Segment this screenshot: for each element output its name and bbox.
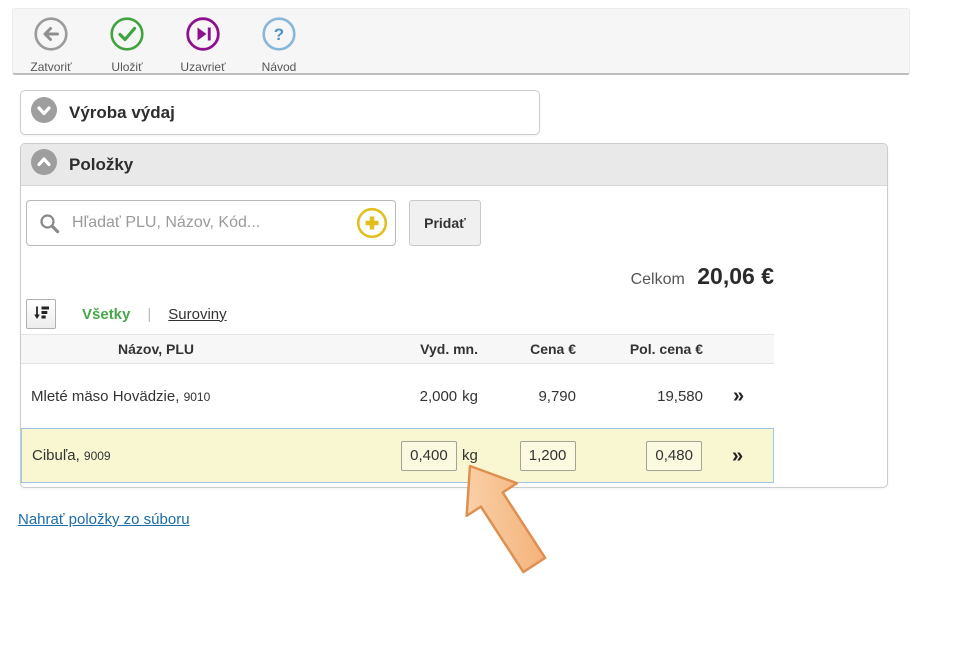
row-expand-chevron[interactable]: »	[732, 445, 743, 467]
finalize-label: Uzavrieť	[180, 60, 225, 74]
add-plus-button[interactable]	[356, 207, 388, 239]
items-table: Názov, PLU Vyd. mn. Cena € Pol. cena € M…	[21, 334, 774, 483]
header-name: Názov, PLU	[21, 341, 351, 357]
help-label: Návod	[262, 60, 297, 74]
item-name: Mleté mäso Hovädzie, 9010	[21, 388, 351, 405]
search-icon	[39, 213, 60, 234]
svg-text:?: ?	[274, 25, 284, 44]
table-header-row: Názov, PLU Vyd. mn. Cena € Pol. cena €	[21, 334, 774, 364]
sort-button[interactable]	[26, 299, 56, 329]
filter-divider: |	[147, 306, 151, 323]
section-title-vyroba: Výroba výdaj	[69, 103, 175, 123]
add-item-button[interactable]: Pridať	[409, 200, 481, 246]
header-total: Pol. cena €	[576, 341, 703, 357]
item-qty: kg	[351, 441, 478, 471]
item-total	[576, 441, 703, 471]
filter-all[interactable]: Všetky	[82, 306, 130, 323]
item-qty: 2,000kg	[351, 388, 478, 405]
help-icon: ?	[261, 16, 297, 57]
item-unit: kg	[462, 447, 478, 464]
section-title-polozky: Položky	[69, 155, 133, 175]
toolbar: Zatvoriť Uložiť Uzavrieť	[12, 8, 910, 75]
item-price	[478, 441, 576, 471]
production-issue-screen: Zatvoriť Uložiť Uzavrieť	[0, 0, 957, 646]
chevron-up-icon	[31, 149, 57, 180]
upload-items-link[interactable]: Nahrať položky zo súboru	[18, 511, 190, 528]
close-label: Zatvoriť	[30, 60, 71, 74]
items-panel: Položky	[20, 143, 888, 488]
total-label: Celkom	[631, 271, 685, 288]
table-row-highlighted[interactable]: Cibuľa, 9009 kg »	[21, 428, 774, 483]
filter-row: Všetky | Suroviny	[26, 298, 887, 330]
item-total: 19,580	[576, 388, 703, 405]
items-panel-body: Pridať Celkom 20,06 €	[21, 200, 887, 483]
item-name: Cibuľa, 9009	[22, 447, 351, 464]
row-expand-chevron[interactable]: »	[733, 385, 744, 407]
help-button[interactable]: ? Návod	[241, 16, 317, 74]
finalize-icon	[185, 16, 221, 57]
close-button[interactable]: Zatvoriť	[13, 16, 89, 74]
plus-icon	[356, 207, 388, 239]
sort-descending-icon	[32, 304, 50, 325]
save-label: Uložiť	[111, 60, 142, 74]
total-row: Celkom 20,06 €	[21, 258, 774, 294]
item-price: 9,790	[478, 388, 576, 405]
total-input[interactable]	[646, 441, 702, 471]
search-row: Pridať	[26, 200, 887, 246]
finalize-button[interactable]: Uzavrieť	[165, 16, 241, 74]
item-unit: kg	[462, 388, 478, 405]
save-button[interactable]: Uložiť	[89, 16, 165, 74]
header-price: Cena €	[478, 341, 576, 357]
item-plu: 9009	[84, 449, 111, 463]
section-polozky-header[interactable]: Položky	[21, 144, 887, 186]
item-plu: 9010	[184, 390, 211, 404]
total-value: 20,06 €	[697, 263, 774, 289]
price-input[interactable]	[520, 441, 576, 471]
section-vyroba-vydaj[interactable]: Výroba výdaj	[20, 90, 540, 135]
chevron-down-icon	[31, 97, 57, 128]
filter-suroviny[interactable]: Suroviny	[168, 306, 226, 323]
qty-input[interactable]	[401, 441, 457, 471]
save-check-icon	[109, 16, 145, 57]
table-row[interactable]: Mleté mäso Hovädzie, 9010 2,000kg 9,790 …	[21, 364, 774, 428]
header-qty: Vyd. mn.	[351, 341, 478, 357]
back-icon	[33, 16, 69, 57]
search-input[interactable]	[70, 213, 395, 233]
search-box	[26, 200, 396, 246]
